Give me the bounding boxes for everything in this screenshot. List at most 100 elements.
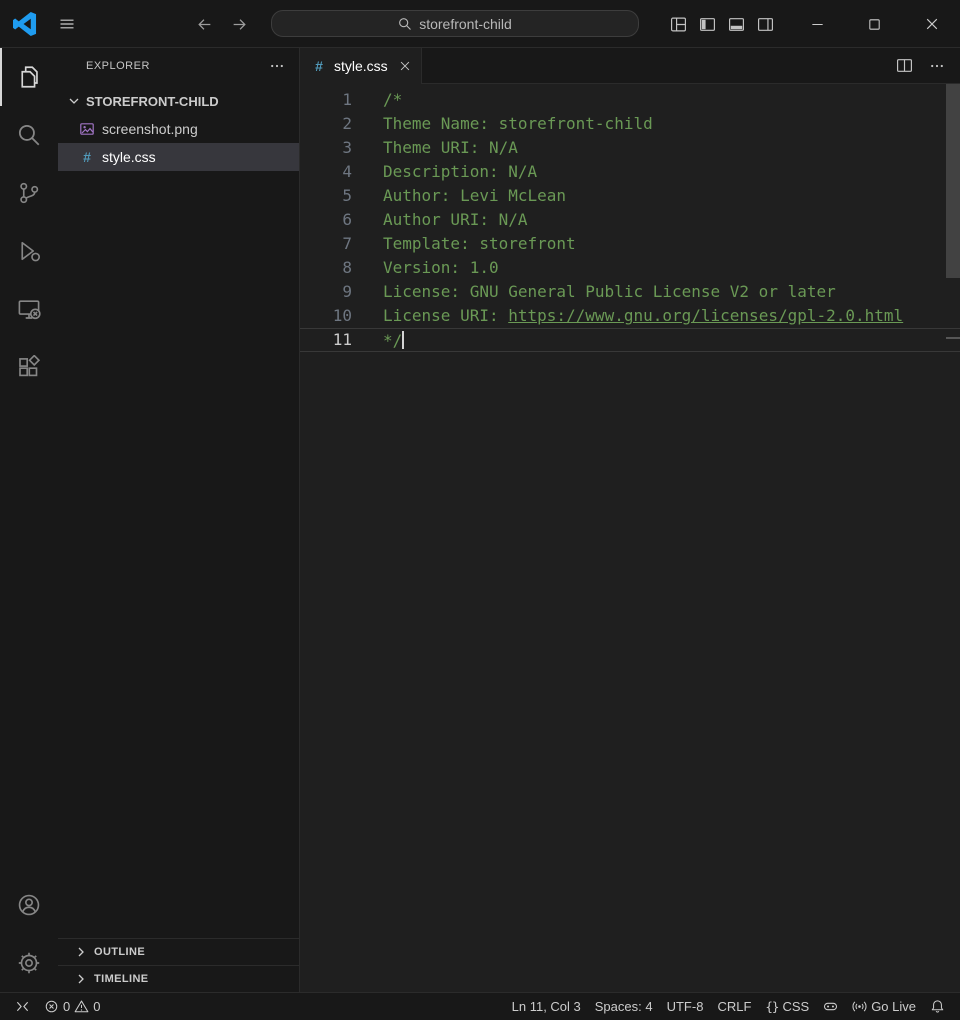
remote-explorer-icon[interactable] [0,280,58,338]
code-editor[interactable]: 1/*2 Theme Name: storefront-child 3Theme U… [300,84,960,992]
comment-text: */ [383,331,402,350]
line-number: 10 [300,304,352,328]
code-line-3[interactable]: 3Theme URI: N/A [300,136,960,160]
braces-icon: {} [765,999,778,1014]
maximize-button[interactable] [846,0,903,48]
line-text: Author: Levi McLean [352,184,566,208]
code-line-6[interactable]: 6 Author URI: N/A [300,208,960,232]
comment-text: License URI: [383,306,508,325]
toggle-primary-sidebar-icon[interactable] [699,16,716,33]
comment-text: Theme URI: N/A [383,138,518,157]
comment-text: Version: 1.0 [383,258,499,277]
editor-more-actions-icon[interactable] [929,58,945,74]
comment-text: Author URI: N/A [383,210,528,229]
outline-label: OUTLINE [94,946,145,958]
text-cursor [402,331,404,349]
line-number: 11 [300,328,352,352]
comment-text: Template: storefront [383,234,576,253]
status-label: 0 [63,999,70,1014]
file-row-style.css[interactable]: #style.css [58,143,299,171]
customize-layout-icon[interactable] [670,16,687,33]
file-tree: STOREFRONT-CHILD screenshot.png#style.cs… [58,83,299,938]
line-number: 6 [300,208,352,232]
comment-text: Theme Name: storefront-child [383,114,653,133]
vscode-window: storefront-child [0,0,960,1020]
accounts-icon[interactable] [0,876,58,934]
line-number: 1 [300,88,352,112]
comment-text: License: GNU General Public License V2 o… [383,282,836,301]
explorer-more-actions-icon[interactable] [269,58,285,74]
line-text: License: GNU General Public License V2 o… [352,280,836,304]
line-text: Theme URI: N/A [352,136,518,160]
code-line-9[interactable]: 9License: GNU General Public License V2 … [300,280,960,304]
explorer-title: EXPLORER [86,60,269,72]
run-debug-icon[interactable] [0,222,58,280]
outline-section[interactable]: OUTLINE [58,938,299,965]
line-number: 8 [300,256,352,280]
extensions-icon[interactable] [0,338,58,396]
split-editor-icon[interactable] [896,57,913,74]
status-language-mode[interactable]: {}CSS [758,996,816,1018]
toggle-panel-icon[interactable] [728,16,745,33]
scrollbar-thumb[interactable] [946,84,960,278]
status-label: Ln 11, Col 3 [512,999,581,1014]
status-notifications[interactable] [923,996,952,1018]
line-number: 5 [300,184,352,208]
status-cursor-position[interactable]: Ln 11, Col 3 [505,996,588,1018]
code-line-1[interactable]: 1/* [300,88,960,112]
status-bar: 00 Ln 11, Col 3Spaces: 4UTF-8CRLF{}CSSGo… [0,992,960,1020]
explorer-icon[interactable] [0,48,58,106]
line-text: Description: N/A [352,160,537,184]
code-line-11[interactable]: 11 */ [300,328,960,352]
command-center[interactable]: storefront-child [271,10,639,37]
copilot-icon [823,999,838,1014]
sidebar-explorer: EXPLORER STOREFRONT-CHILD screenshot.png… [58,48,300,992]
workspace-folder-row[interactable]: STOREFRONT-CHILD [58,87,299,115]
tab-style-css[interactable]: # style.css [300,48,422,84]
line-number: 2 [300,112,352,136]
code-line-2[interactable]: 2 Theme Name: storefront-child [300,112,960,136]
line-text: Template: storefront [352,232,576,256]
status-problems[interactable]: 00 [37,996,107,1018]
remote-icon [15,999,30,1014]
code-line-5[interactable]: 5Author: Levi McLean [300,184,960,208]
comment-link[interactable]: https://www.gnu.org/licenses/gpl-2.0.htm… [508,306,903,325]
settings-icon[interactable] [0,934,58,992]
titlebar: storefront-child [0,0,960,48]
line-text: */ [352,328,404,352]
close-tab-icon[interactable] [398,59,412,73]
line-number: 7 [300,232,352,256]
status-eol[interactable]: CRLF [710,996,758,1018]
back-icon[interactable] [196,16,213,33]
line-text: Author URI: N/A [352,208,528,232]
line-text: Version: 1.0 [352,256,499,280]
forward-icon[interactable] [231,16,248,33]
status-label: Spaces: 4 [595,999,653,1014]
minimize-button[interactable] [789,0,846,48]
chevron-right-icon [73,944,89,960]
close-button[interactable] [903,0,960,48]
tab-label: style.css [334,58,388,74]
status-remote-window[interactable] [8,996,37,1018]
editor-scrollbar[interactable] [946,84,960,992]
search-icon[interactable] [0,106,58,164]
file-row-screenshot.png[interactable]: screenshot.png [58,115,299,143]
status-indentation[interactable]: Spaces: 4 [588,996,660,1018]
broadcast-icon [852,999,867,1014]
status-encoding[interactable]: UTF-8 [660,996,711,1018]
status-copilot[interactable] [816,996,845,1018]
menu-icon[interactable] [59,16,75,32]
timeline-section[interactable]: TIMELINE [58,965,299,992]
code-line-10[interactable]: 10 License URI: https://www.gnu.org/licen… [300,304,960,328]
source-control-icon[interactable] [0,164,58,222]
status-label: 0 [93,999,100,1014]
vscode-logo-icon [13,12,37,36]
command-center-text: storefront-child [419,16,512,32]
code-line-4[interactable]: 4Description: N/A [300,160,960,184]
chevron-down-icon [66,93,82,109]
status-go-live[interactable]: Go Live [845,996,923,1018]
code-line-8[interactable]: 8 Version: 1.0 [300,256,960,280]
search-icon [398,17,412,31]
code-line-7[interactable]: 7 Template: storefront [300,232,960,256]
toggle-secondary-sidebar-icon[interactable] [757,16,774,33]
